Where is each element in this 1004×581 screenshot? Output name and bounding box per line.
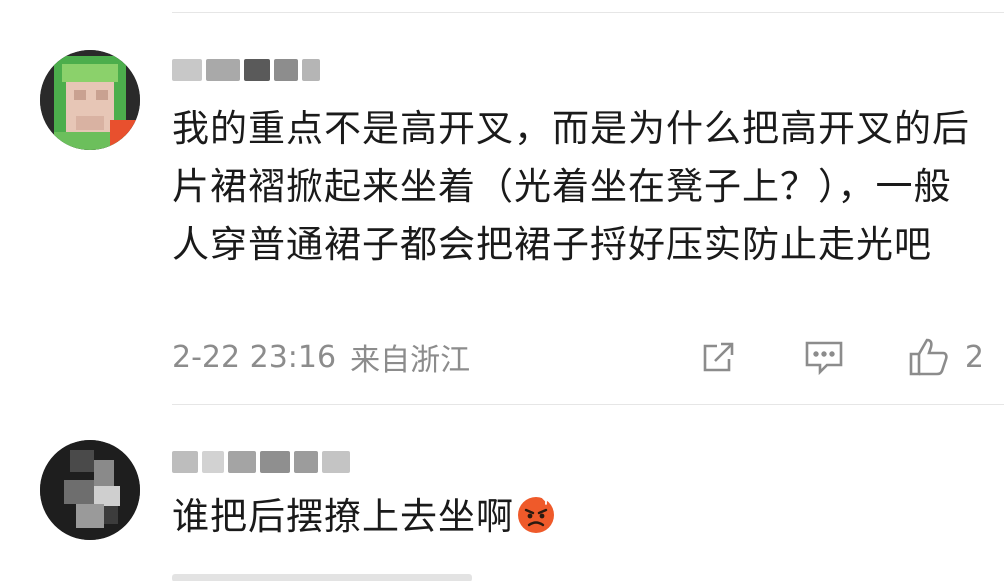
username[interactable] — [172, 444, 392, 480]
reply-button[interactable] — [803, 337, 845, 377]
comment-text-content: 谁把后摆撩上去坐啊 — [172, 495, 514, 538]
action-bar: 2 — [699, 336, 984, 378]
location: 来自浙江 — [350, 343, 471, 378]
verified-badge-icon — [110, 120, 140, 150]
timestamp: 2-22 23:16 — [172, 339, 337, 375]
timestamp-blurred — [172, 573, 472, 581]
share-button[interactable] — [699, 337, 739, 377]
comment-divider — [172, 404, 1004, 405]
thumb-up-icon — [909, 338, 948, 376]
comment-meta-partial — [172, 568, 984, 581]
avatar[interactable] — [40, 440, 140, 540]
username[interactable] — [172, 52, 352, 88]
comment-text: 我的重点不是高开叉，而是为什么把高开叉的后片裙褶掀起来坐着（光着坐在凳子上？），… — [172, 107, 970, 266]
angry-face-icon — [516, 494, 556, 534]
like-count: 2 — [964, 339, 984, 375]
avatar[interactable] — [40, 50, 140, 150]
comment-icon — [805, 341, 843, 376]
top-divider — [172, 12, 1004, 13]
comment-meta: 2-22 23:16 来自浙江 2 — [172, 332, 984, 382]
share-icon — [703, 342, 734, 372]
like-button[interactable]: 2 — [907, 336, 984, 378]
comment-text: 谁把后摆撩上去坐啊 — [172, 488, 972, 546]
